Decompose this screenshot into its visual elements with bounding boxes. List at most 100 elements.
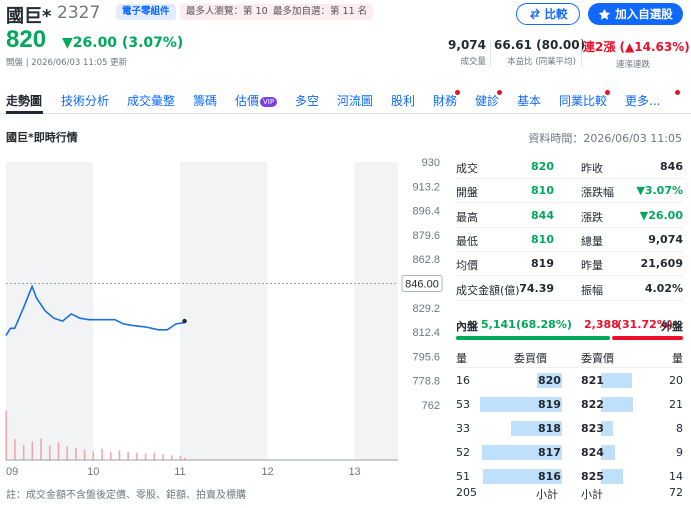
add-watchlist-button[interactable]: 加入自選股 <box>588 3 683 25</box>
volume-stat: 9,074 成交量 <box>440 38 486 67</box>
quote-row: 成交金額(億) 74.39 振幅 4.02% <box>456 277 683 301</box>
bid-price: 818 <box>538 422 561 435</box>
quote-value: ▼26.00 <box>639 208 683 222</box>
ask-total: 72 <box>669 486 683 499</box>
ask-price: 823 <box>581 422 604 435</box>
bid-qty: 52 <box>456 446 470 459</box>
tab-trades[interactable]: 成交彙整 <box>127 92 175 109</box>
volume-bar <box>170 455 173 460</box>
pe-ratio-stat: 66.61 (80.00) 本益比 (同業平均) <box>494 38 586 67</box>
add-watchlist-label: 加入自選股 <box>615 7 673 21</box>
quote-value: ▼3.07% <box>636 184 683 198</box>
y-tick-label: 913.2 <box>412 181 440 193</box>
volume-bar <box>101 448 103 460</box>
tab-valuation-label: 估價 <box>235 94 260 108</box>
quote-value: 74.39 <box>519 281 554 295</box>
orderbook-row: 16 820 821 20 <box>456 370 683 392</box>
tab-technical[interactable]: 技術分析 <box>61 92 109 109</box>
quote-label: 成交 <box>456 162 478 175</box>
ask-qty: 20 <box>669 374 683 387</box>
prev-close-label: 846.00 <box>405 279 439 291</box>
quote-value: 4.02% <box>644 281 683 295</box>
data-time: 資料時間：2026/06/03 11:05 <box>528 132 682 145</box>
hour-band <box>6 162 94 460</box>
vip-badge: VIP <box>260 97 278 107</box>
tab-finance[interactable]: 財務 <box>433 92 457 109</box>
tab-peers[interactable]: 同業比較 <box>559 92 607 109</box>
tab-chips[interactable]: 籌碼 <box>193 92 217 109</box>
volume-label: 成交量 <box>460 57 486 67</box>
category-tag[interactable]: 電子零組件 <box>116 4 176 20</box>
tab-bar: 走勢圖 技術分析 成交彙整 籌碼 估價 VIP 多空 河流圖 股利 財務 健診 基… <box>0 86 691 114</box>
bid-qty: 53 <box>456 398 470 411</box>
volume-bar <box>48 445 51 460</box>
rank-watch-badge: 最多加自選：第 11 名 <box>267 4 374 20</box>
divider <box>490 40 491 66</box>
quote-row: 最高 844 漲跌 ▼26.00 <box>456 204 683 228</box>
y-tick-label: 778.8 <box>412 376 440 388</box>
y-tick-label: 795.6 <box>412 351 440 363</box>
bid-price-header: 委買價 <box>514 352 547 365</box>
quote-label: 最低 <box>456 234 478 248</box>
bid-qty-header: 量 <box>456 352 467 365</box>
compare-label: 比較 <box>544 7 568 21</box>
volume-value: 9,074 <box>448 38 486 52</box>
volume-bar <box>40 438 42 460</box>
y-tick-label: 879.6 <box>412 230 440 242</box>
bid-qty: 51 <box>456 470 470 483</box>
quote-value: 9,074 <box>648 232 683 246</box>
ask-price: 825 <box>581 470 604 483</box>
in-label: 內盤 <box>456 320 478 333</box>
x-tick-label: 13 <box>348 466 360 478</box>
x-tick-label: 12 <box>261 466 273 478</box>
quote-label: 漲跌幅 <box>581 186 614 200</box>
x-tick-label: 11 <box>174 466 185 478</box>
hour-band <box>180 162 268 460</box>
volume-bar <box>83 449 86 460</box>
quote-label: 開盤 <box>456 186 478 200</box>
pe-ratio-value: 66.61 (80.00) <box>494 38 586 52</box>
compare-button[interactable]: 比較 <box>516 3 580 25</box>
quote-row: 均價 819 昨量 21,609 <box>456 252 683 277</box>
bid-price: 819 <box>538 398 561 411</box>
y-tick-label: 896.4 <box>412 206 440 218</box>
quote-label: 振幅 <box>581 283 603 297</box>
footnote: 註：成交金額不含盤後定價、零股、鉅額、拍賣及標購 <box>6 490 246 501</box>
current-price: 820 <box>6 26 47 53</box>
stock-header: 國巨* 2327 電子零組件 最多人瀏覽：第 10 名 最多加自選：第 11 名… <box>0 0 691 86</box>
price-change: ▼26.00 (3.07%) <box>62 35 184 51</box>
star-icon <box>599 8 611 20</box>
section-title: 國巨*即時行情 <box>6 131 78 144</box>
tab-river[interactable]: 河流圖 <box>337 92 373 109</box>
tab-dividend[interactable]: 股利 <box>391 92 415 109</box>
y-tick-label: 829.2 <box>412 303 440 315</box>
ask-depth-bar <box>601 373 632 388</box>
orderbook-row: 53 819 822 21 <box>456 394 683 416</box>
tab-trend[interactable]: 走勢圖 <box>6 92 42 109</box>
y-tick-label: 762 <box>422 400 440 412</box>
bid-qty: 33 <box>456 422 470 435</box>
volume-bar <box>57 442 60 460</box>
volume-bar <box>118 450 121 460</box>
bid-qty: 16 <box>456 374 470 387</box>
out-label: 外盤 <box>661 320 683 333</box>
bid-price: 816 <box>538 470 561 483</box>
active-tab-indicator <box>6 111 43 114</box>
quote-value: 820 <box>531 160 554 173</box>
compare-arrows-icon <box>529 8 540 20</box>
tab-more[interactable]: 更多... <box>625 92 660 109</box>
tab-long-short[interactable]: 多空 <box>295 92 319 109</box>
tab-basic[interactable]: 基本 <box>517 92 541 109</box>
update-time: 開盤 | 2026/06/03 11:05 更新 <box>6 58 128 68</box>
notification-dot <box>605 90 610 95</box>
tab-health[interactable]: 健診 <box>475 92 499 109</box>
volume-bar <box>127 452 129 460</box>
divider <box>581 40 582 66</box>
out-value: 2,388 <box>584 318 619 331</box>
y-tick-label: 812.4 <box>412 327 440 339</box>
streak-value: 連2漲 (▲14.63%) <box>583 40 690 54</box>
stock-name: 國巨* <box>6 6 52 27</box>
hour-band <box>354 162 398 460</box>
tab-valuation[interactable]: 估價 VIP <box>235 92 278 109</box>
notification-dot <box>497 90 502 95</box>
